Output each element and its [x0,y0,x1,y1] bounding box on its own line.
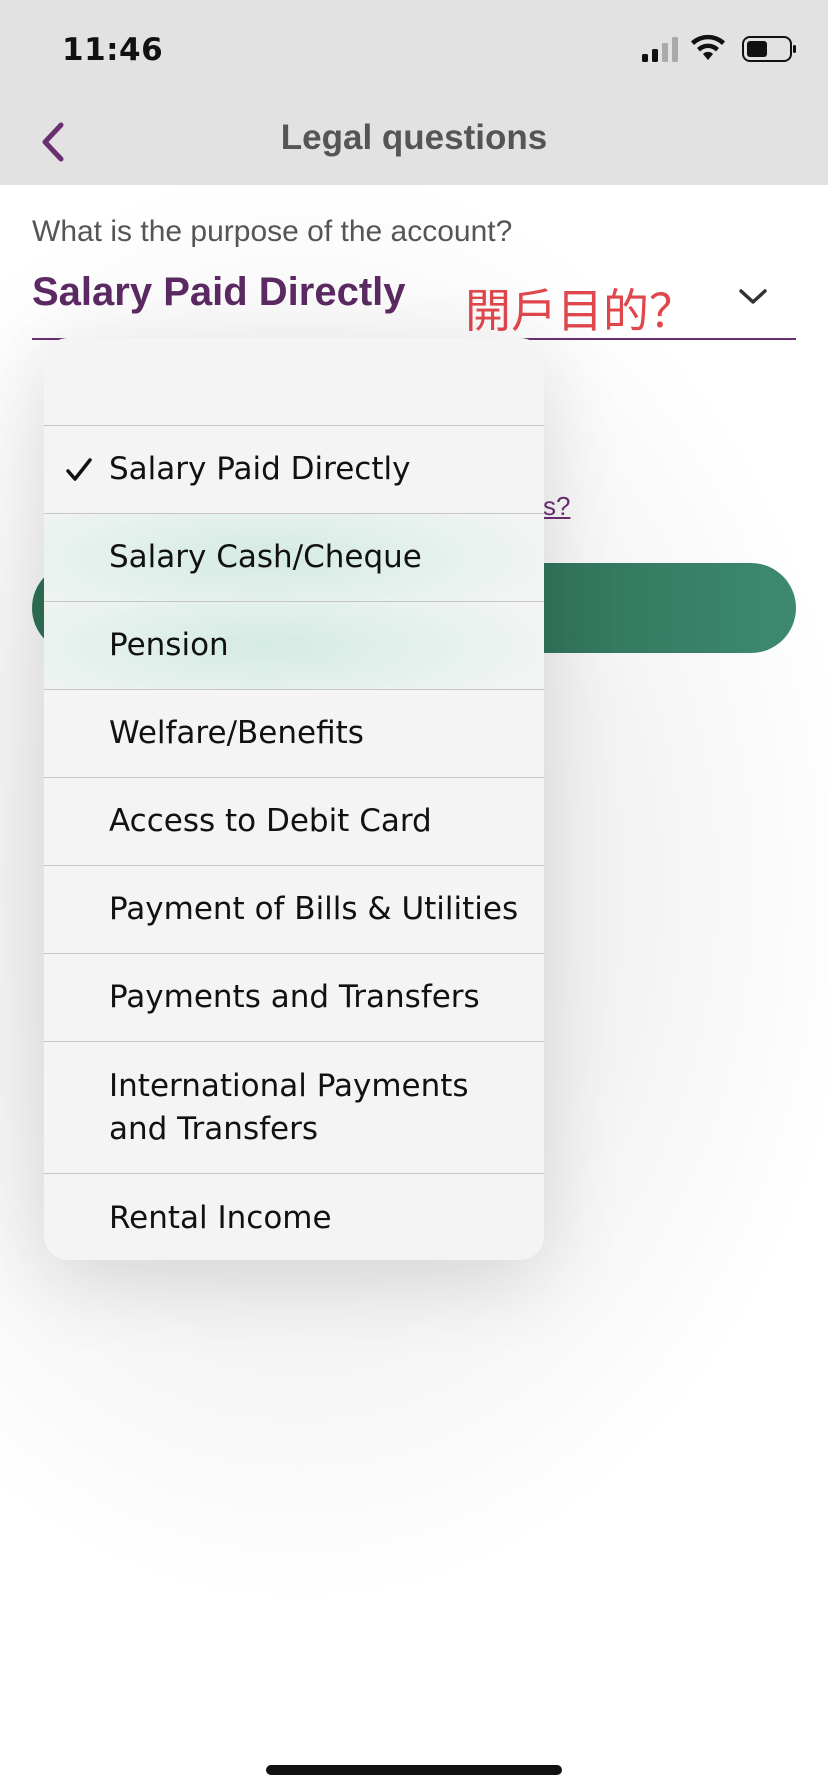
signal-icon [642,37,678,62]
menu-item-salary-paid-directly[interactable]: Salary Paid Directly [44,426,544,514]
checkmark-icon [66,457,92,481]
annotation-text: 開戶目的？ [465,284,695,338]
menu-item-label: Pension [109,627,229,663]
status-time: 11:46 [62,32,164,68]
menu-item-payments-and-transfers[interactable]: Payments and Transfers [44,954,544,1042]
menu-item-label: Payments and Transfers [109,979,480,1015]
menu-item-label: Salary Paid Directly [109,451,411,487]
menu-item-international-payments[interactable]: International Payments and Transfers [44,1042,544,1174]
chevron-down-icon[interactable] [736,285,770,309]
menu-item-access-to-debit-card[interactable]: Access to Debit Card [44,778,544,866]
question-label: What is the purpose of the account? [32,215,513,248]
menu-item-welfare-benefits[interactable]: Welfare/Benefits [44,690,544,778]
menu-item-label: Salary Cash/Cheque [109,539,422,575]
menu-item-label: Welfare/Benefits [109,715,364,751]
page-title: Legal questions [280,118,548,157]
menu-item-empty[interactable] [44,338,544,426]
purpose-dropdown-menu: Salary Paid Directly Salary Cash/Cheque … [44,338,544,1260]
menu-item-label: Access to Debit Card [109,803,432,839]
menu-item-label: Rental Income [109,1199,332,1236]
home-indicator[interactable] [266,1765,562,1775]
menu-item-label: Payment of Bills & Utilities [109,891,519,927]
purpose-select-value[interactable]: Salary Paid Directly [32,270,406,315]
wifi-icon [691,34,725,60]
nav-bar: Legal questions [0,100,828,185]
battery-icon [742,36,796,62]
menu-item-payment-of-bills[interactable]: Payment of Bills & Utilities [44,866,544,954]
menu-item-label: International Payments and Transfers [109,1067,469,1147]
help-link[interactable]: s? [543,491,570,522]
menu-item-rental-income[interactable]: Rental Income [44,1174,544,1260]
menu-item-pension[interactable]: Pension [44,602,544,690]
status-icons [638,34,798,64]
status-bar: 11:46 [0,0,828,100]
menu-item-salary-cash-cheque[interactable]: Salary Cash/Cheque [44,514,544,602]
